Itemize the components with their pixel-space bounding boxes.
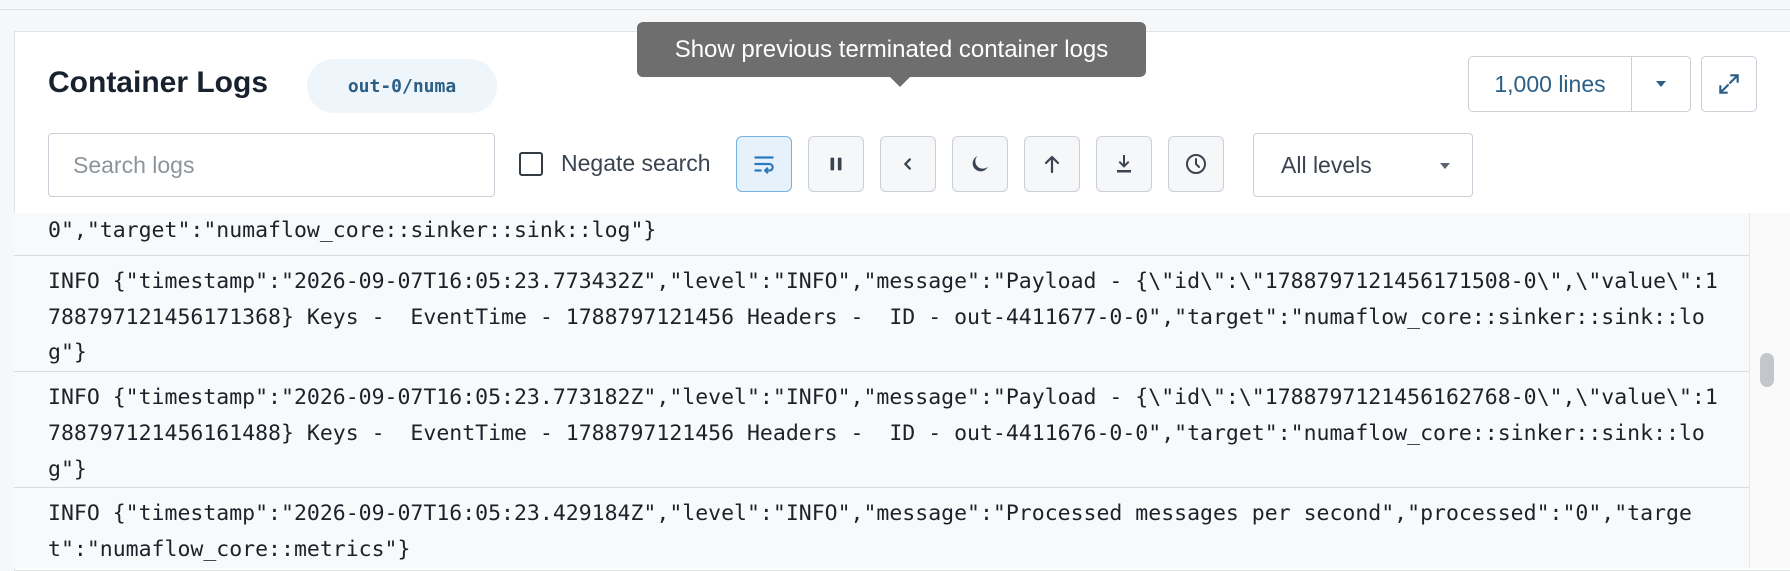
chevron-left-icon	[904, 158, 911, 170]
lines-count-button[interactable]: 1,000 lines	[1469, 57, 1632, 111]
previous-logs-button[interactable]	[880, 136, 936, 192]
pause-button[interactable]	[808, 136, 864, 192]
tooltip: Show previous terminated container logs	[637, 22, 1146, 77]
lines-dropdown-toggle[interactable]	[1632, 57, 1690, 111]
log-viewer[interactable]: 0","target":"numaflow_core::sinker::sink…	[14, 213, 1749, 568]
arrow-up-icon	[1044, 155, 1060, 174]
download-button[interactable]	[1096, 136, 1152, 192]
wrap-lines-button[interactable]	[736, 136, 792, 192]
tooltip-arrow	[890, 77, 910, 87]
download-icon	[1117, 155, 1131, 173]
lines-selector[interactable]: 1,000 lines	[1468, 56, 1691, 112]
clock-icon	[1186, 154, 1206, 174]
negate-search-checkbox[interactable]	[519, 151, 543, 176]
log-level-value: All levels	[1281, 151, 1372, 178]
fullscreen-button[interactable]	[1701, 56, 1757, 112]
search-input[interactable]	[48, 133, 495, 197]
page-title: Container Logs	[48, 66, 269, 99]
log-level-select[interactable]: All levels	[1253, 133, 1473, 197]
timestamps-button[interactable]	[1168, 136, 1224, 192]
pod-badge: out-0/numa	[307, 59, 497, 113]
top-bar	[0, 0, 1790, 10]
scroll-top-button[interactable]	[1024, 136, 1080, 192]
negate-search-toggle[interactable]: Negate search	[519, 150, 711, 177]
log-scrollbar[interactable]	[1749, 213, 1790, 568]
scrollbar-thumb[interactable]	[1760, 353, 1774, 387]
chevron-down-icon	[1440, 163, 1450, 169]
negate-search-label: Negate search	[561, 150, 711, 176]
moon-icon	[972, 156, 988, 172]
log-entry: 0","target":"numaflow_core::sinker::sink…	[14, 213, 1749, 256]
log-entry: INFO {"timestamp":"2026-09-07T16:05:23.7…	[14, 256, 1749, 373]
chevron-down-icon	[1656, 81, 1666, 87]
dark-mode-button[interactable]	[952, 136, 1008, 192]
log-entry: INFO {"timestamp":"2026-09-07T16:05:23.7…	[14, 372, 1749, 489]
pause-icon	[830, 157, 842, 171]
wrap-text-icon	[754, 156, 774, 174]
expand-icon	[1719, 74, 1739, 94]
log-entry: INFO {"timestamp":"2026-09-07T16:05:23.4…	[14, 488, 1749, 568]
